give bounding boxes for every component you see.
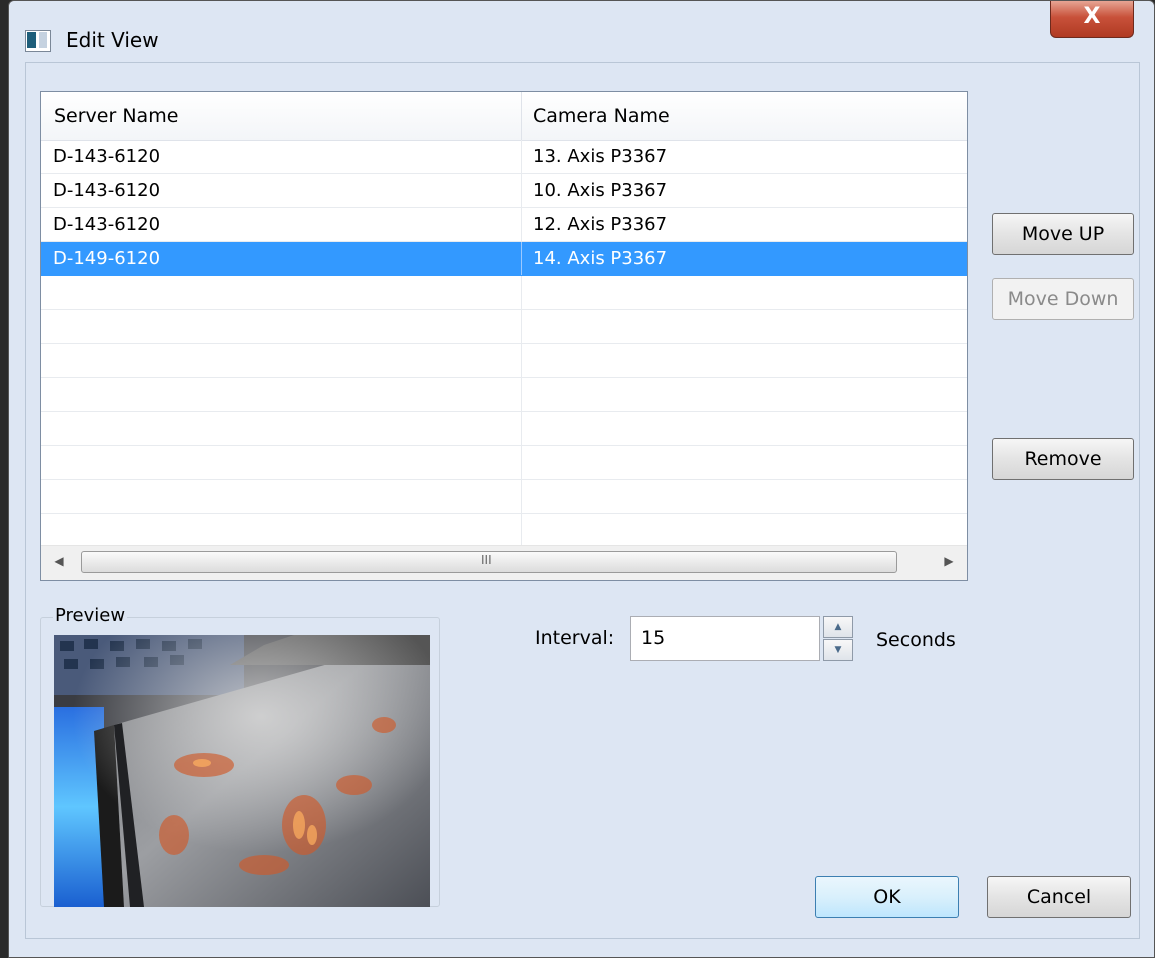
cell-divider: [521, 140, 522, 173]
scroll-grip: III: [481, 553, 492, 567]
cell-divider: [521, 276, 522, 309]
empty-row: [41, 310, 967, 344]
cell-divider: [521, 480, 522, 513]
cell-divider: [521, 514, 522, 548]
cell-divider: [521, 242, 522, 275]
remove-button[interactable]: Remove: [992, 438, 1134, 480]
camera-preview-image: [54, 635, 430, 907]
cell-divider: [521, 378, 522, 411]
spin-up-icon[interactable]: ▲: [823, 616, 853, 638]
column-header-server-name[interactable]: Server Name: [54, 105, 178, 127]
cell-divider: [521, 208, 522, 241]
empty-row: [41, 514, 967, 548]
list-body: D-143-6120 13. Axis P3367 D-143-6120 10.…: [41, 140, 967, 548]
server-name-cell: D-143-6120: [53, 214, 161, 235]
cell-divider: [521, 174, 522, 207]
empty-row: [41, 344, 967, 378]
interval-input[interactable]: 15: [630, 616, 820, 661]
spin-down-icon[interactable]: ▼: [823, 639, 853, 661]
list-header: Server Name Camera Name: [41, 92, 967, 141]
empty-row: [41, 480, 967, 514]
table-row[interactable]: D-143-6120 10. Axis P3367: [41, 174, 967, 208]
move-up-button[interactable]: Move UP: [992, 213, 1134, 255]
cell-divider: [521, 412, 522, 445]
server-name-cell: D-149-6120: [53, 248, 161, 269]
cell-divider: [521, 310, 522, 343]
empty-row: [41, 446, 967, 480]
horizontal-scrollbar[interactable]: ◀ III ▶: [41, 545, 967, 580]
scroll-thumb[interactable]: III: [81, 551, 897, 573]
empty-row: [41, 276, 967, 310]
table-row-selected[interactable]: D-149-6120 14. Axis P3367: [41, 242, 967, 276]
seconds-label: Seconds: [876, 629, 956, 651]
server-name-cell: D-143-6120: [53, 146, 161, 167]
close-button[interactable]: X: [1050, 1, 1134, 38]
column-separator[interactable]: [521, 92, 522, 140]
app-icon: [25, 30, 51, 52]
interval-label: Interval:: [535, 627, 615, 649]
camera-name-cell: 10. Axis P3367: [533, 180, 668, 201]
move-down-button[interactable]: Move Down: [992, 278, 1134, 320]
table-row[interactable]: D-143-6120 12. Axis P3367: [41, 208, 967, 242]
empty-row: [41, 412, 967, 446]
table-row[interactable]: D-143-6120 13. Axis P3367: [41, 140, 967, 174]
camera-name-cell: 14. Axis P3367: [533, 248, 668, 269]
cancel-button[interactable]: Cancel: [987, 876, 1131, 918]
empty-row: [41, 378, 967, 412]
cell-divider: [521, 344, 522, 377]
scroll-left-icon[interactable]: ◀: [51, 554, 67, 572]
cell-divider: [521, 446, 522, 479]
window-title: Edit View: [66, 28, 159, 52]
camera-list[interactable]: Server Name Camera Name D-143-6120 13. A…: [40, 91, 968, 581]
scroll-right-icon[interactable]: ▶: [941, 554, 957, 572]
camera-name-cell: 12. Axis P3367: [533, 214, 668, 235]
ok-button[interactable]: OK: [815, 876, 959, 918]
camera-name-cell: 13. Axis P3367: [533, 146, 668, 167]
interval-spinner[interactable]: ▲ ▼: [823, 616, 853, 661]
column-header-camera-name[interactable]: Camera Name: [533, 105, 670, 127]
preview-label: Preview: [53, 605, 128, 626]
server-name-cell: D-143-6120: [53, 180, 161, 201]
